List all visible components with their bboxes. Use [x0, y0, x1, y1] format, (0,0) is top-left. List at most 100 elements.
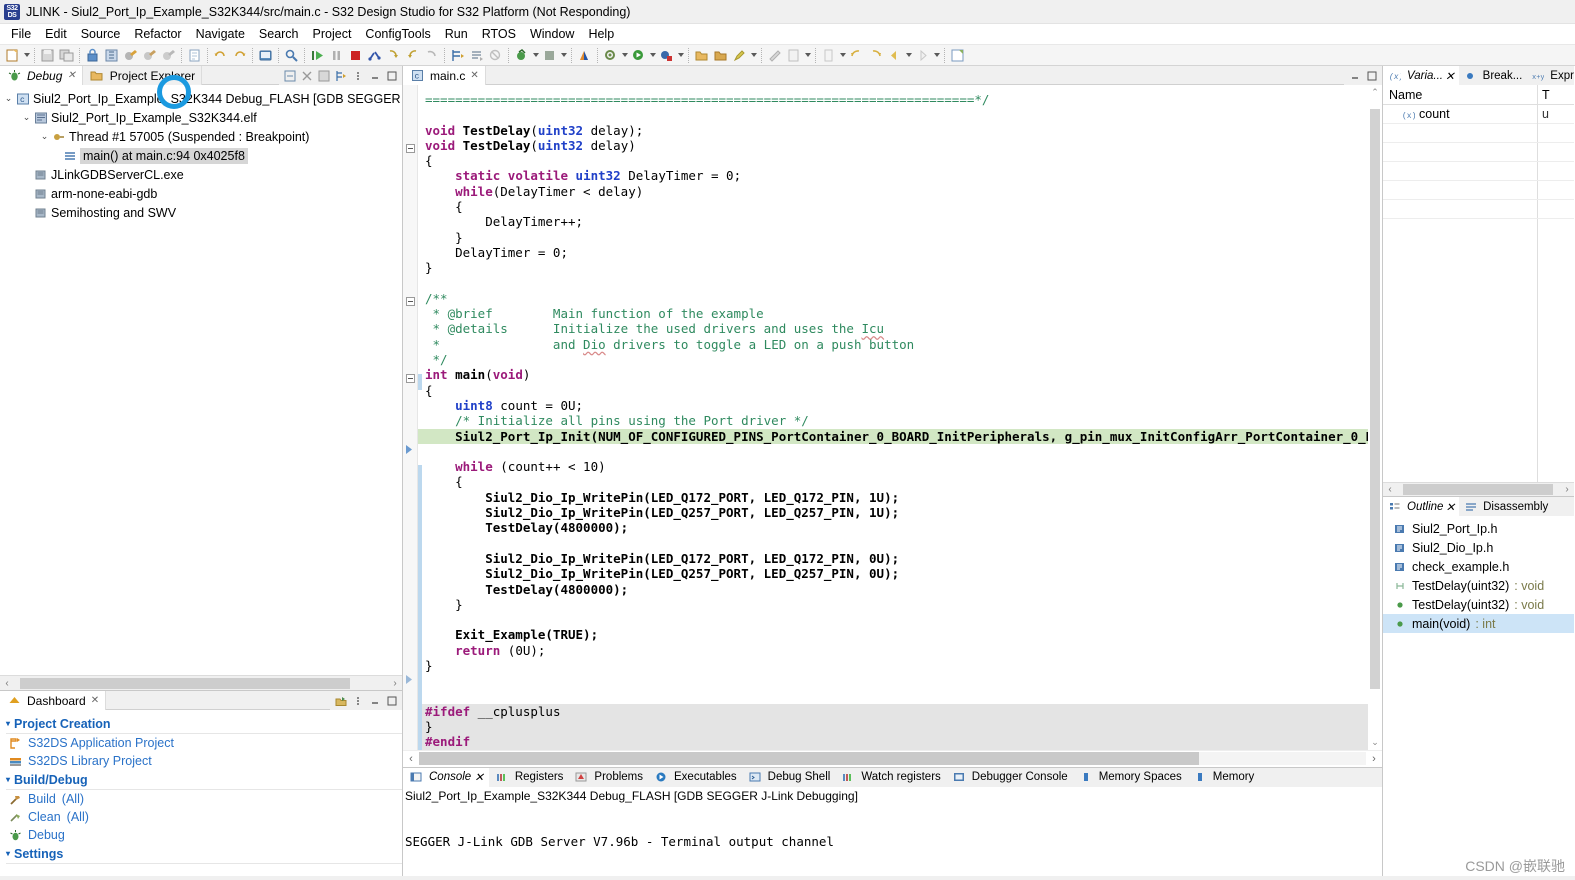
debug-tree-node[interactable]: ⌄ c Siul2_Port_Ip_Example_S32K344 Debug_… [0, 89, 402, 108]
tab-registers[interactable]: Registers [489, 768, 569, 787]
new-file-icon[interactable] [186, 47, 203, 64]
new-dropdown-icon[interactable] [22, 47, 31, 64]
debug-as-icon[interactable] [658, 47, 675, 64]
code-line[interactable]: Exit_Example(TRUE); [418, 627, 1373, 642]
remove-terminated-icon[interactable] [300, 69, 313, 82]
variables-hscrollbar[interactable]: ‹ › [1383, 482, 1574, 496]
tab-problems[interactable]: Problems [568, 768, 648, 787]
code-line[interactable]: } [418, 658, 1373, 673]
hscroll-track[interactable] [1397, 484, 1560, 495]
scroll-up-icon[interactable]: ⌃ [1368, 85, 1382, 99]
fold-marker-icon[interactable] [406, 374, 415, 383]
dashboard-section-header[interactable]: ▾ Settings [6, 844, 402, 864]
code-line[interactable]: /** [418, 291, 1373, 306]
new-class-dropdown-icon[interactable] [803, 47, 812, 64]
code-line[interactable]: { [418, 153, 1373, 168]
back-icon[interactable] [848, 47, 865, 64]
code-line[interactable]: DelayTimer = 0; [418, 245, 1373, 260]
maximize-icon[interactable] [385, 694, 398, 707]
run-as-dropdown-icon[interactable] [648, 47, 657, 64]
scroll-left-icon[interactable]: ‹ [0, 678, 14, 689]
menu-source[interactable]: Source [74, 26, 128, 42]
close-icon[interactable]: ✕ [67, 70, 75, 81]
highlight-icon[interactable] [731, 47, 748, 64]
editor-vscrollbar[interactable]: ⌃ ⌄ [1368, 85, 1382, 750]
code-line[interactable]: { [418, 383, 1373, 398]
new-editor-icon[interactable] [949, 47, 966, 64]
code-line[interactable]: } [418, 719, 1373, 735]
dashboard-item-clean[interactable]: Clean (All) [6, 808, 402, 826]
code-line[interactable]: { [418, 474, 1373, 489]
dashboard-item-library-project[interactable]: S32DS Library Project [6, 752, 402, 770]
twisty-icon[interactable]: ⌄ [2, 93, 15, 104]
code-line[interactable]: { [418, 199, 1373, 214]
code-line[interactable]: DelayTimer++; [418, 214, 1373, 229]
hscroll-track[interactable] [419, 752, 1366, 766]
forward-nav-icon[interactable] [914, 47, 931, 64]
menu-configtools[interactable]: ConfigTools [358, 26, 437, 42]
hscroll-track[interactable] [14, 677, 388, 689]
close-icon[interactable]: ✕ [470, 70, 478, 81]
menu-refactor[interactable]: Refactor [127, 26, 188, 42]
code-line[interactable]: * @brief Main function of the example [418, 306, 1373, 321]
scroll-right-icon[interactable]: › [388, 678, 402, 689]
code-line[interactable]: * and Dio drivers to toggle a LED on a p… [418, 337, 1373, 352]
code-line[interactable]: ========================================… [418, 92, 1373, 107]
editor-hscrollbar[interactable]: ‹ › [403, 749, 1382, 767]
save-icon[interactable] [39, 47, 56, 64]
ruler-icon[interactable] [766, 47, 783, 64]
dashboard-item-build[interactable]: Build (All) [6, 790, 402, 808]
tab-variables[interactable]: (x) Varia... ✕ [1383, 66, 1459, 85]
menu-rtos[interactable]: RTOS [475, 26, 523, 42]
minimize-icon[interactable] [368, 694, 381, 707]
scroll-left-icon[interactable]: ‹ [403, 753, 419, 765]
debug-as-dropdown-icon[interactable] [676, 47, 685, 64]
save-all-icon[interactable] [58, 47, 75, 64]
highlight-dropdown-icon[interactable] [749, 47, 758, 64]
back-nav-icon[interactable] [886, 47, 903, 64]
code-line[interactable]: while (count++ < 10) [418, 459, 1373, 474]
code-line[interactable]: TestDelay(4800000); [418, 520, 1373, 535]
twisty-icon[interactable]: ⌄ [20, 112, 33, 123]
twisty-icon[interactable]: ⌄ [38, 131, 51, 142]
code-content[interactable]: ========================================… [418, 85, 1373, 750]
code-line[interactable]: Siul2_Dio_Ip_WritePin(LED_Q257_PORT, LED… [418, 566, 1373, 581]
scroll-left-icon[interactable]: ‹ [1383, 484, 1397, 495]
code-line[interactable]: int main(void) [418, 367, 1373, 382]
next-annotation-icon[interactable] [449, 47, 466, 64]
code-line[interactable] [418, 612, 1373, 627]
code-line[interactable] [418, 689, 1373, 704]
last-edit-dropdown-icon[interactable] [838, 47, 847, 64]
new-icon[interactable] [4, 47, 21, 64]
debug-tree-node[interactable]: arm-none-eabi-gdb [0, 184, 402, 203]
menu-file[interactable]: File [4, 26, 38, 42]
tab-disassembly[interactable]: Disassembly [1459, 497, 1552, 516]
vscroll-track[interactable] [1368, 99, 1382, 736]
outline-item-siul2-dio-ip-h[interactable]: Siul2_Dio_Ip.h [1383, 538, 1574, 557]
code-line[interactable]: Siul2_Dio_Ip_WritePin(LED_Q257_PORT, LED… [418, 505, 1373, 520]
chevron-down-icon[interactable]: ▾ [6, 719, 10, 728]
hscroll-thumb[interactable] [419, 752, 1199, 766]
forward-icon[interactable] [867, 47, 884, 64]
tab-breakpoints[interactable]: Break... [1459, 66, 1527, 85]
fold-marker-icon[interactable] [406, 297, 415, 306]
code-line[interactable]: Siul2_Dio_Ip_WritePin(LED_Q172_PORT, LED… [418, 490, 1373, 505]
dashboard-item-app-project[interactable]: S32DS Application Project [6, 734, 402, 752]
last-edit-icon[interactable] [820, 47, 837, 64]
code-line[interactable]: */ [418, 352, 1373, 367]
terminal-icon[interactable] [257, 47, 274, 64]
run-launch-icon[interactable] [541, 47, 558, 64]
step-into-icon[interactable] [385, 47, 402, 64]
tab-memory-spaces[interactable]: Memory Spaces [1073, 768, 1187, 787]
fold-marker-icon[interactable] [406, 144, 415, 153]
code-line[interactable]: } [418, 597, 1373, 612]
menu-edit[interactable]: Edit [38, 26, 74, 42]
variables-column-name[interactable]: Name [1383, 84, 1538, 105]
build-icon[interactable] [122, 47, 139, 64]
menu-window[interactable]: Window [523, 26, 581, 42]
tab-console[interactable]: Console ✕ [403, 767, 489, 787]
minimize-icon[interactable] [1348, 69, 1361, 82]
code-line[interactable]: #ifdef __cplusplus [418, 703, 1373, 720]
code-line[interactable]: return (0U); [418, 643, 1373, 658]
run-dropdown-icon[interactable] [559, 47, 568, 64]
